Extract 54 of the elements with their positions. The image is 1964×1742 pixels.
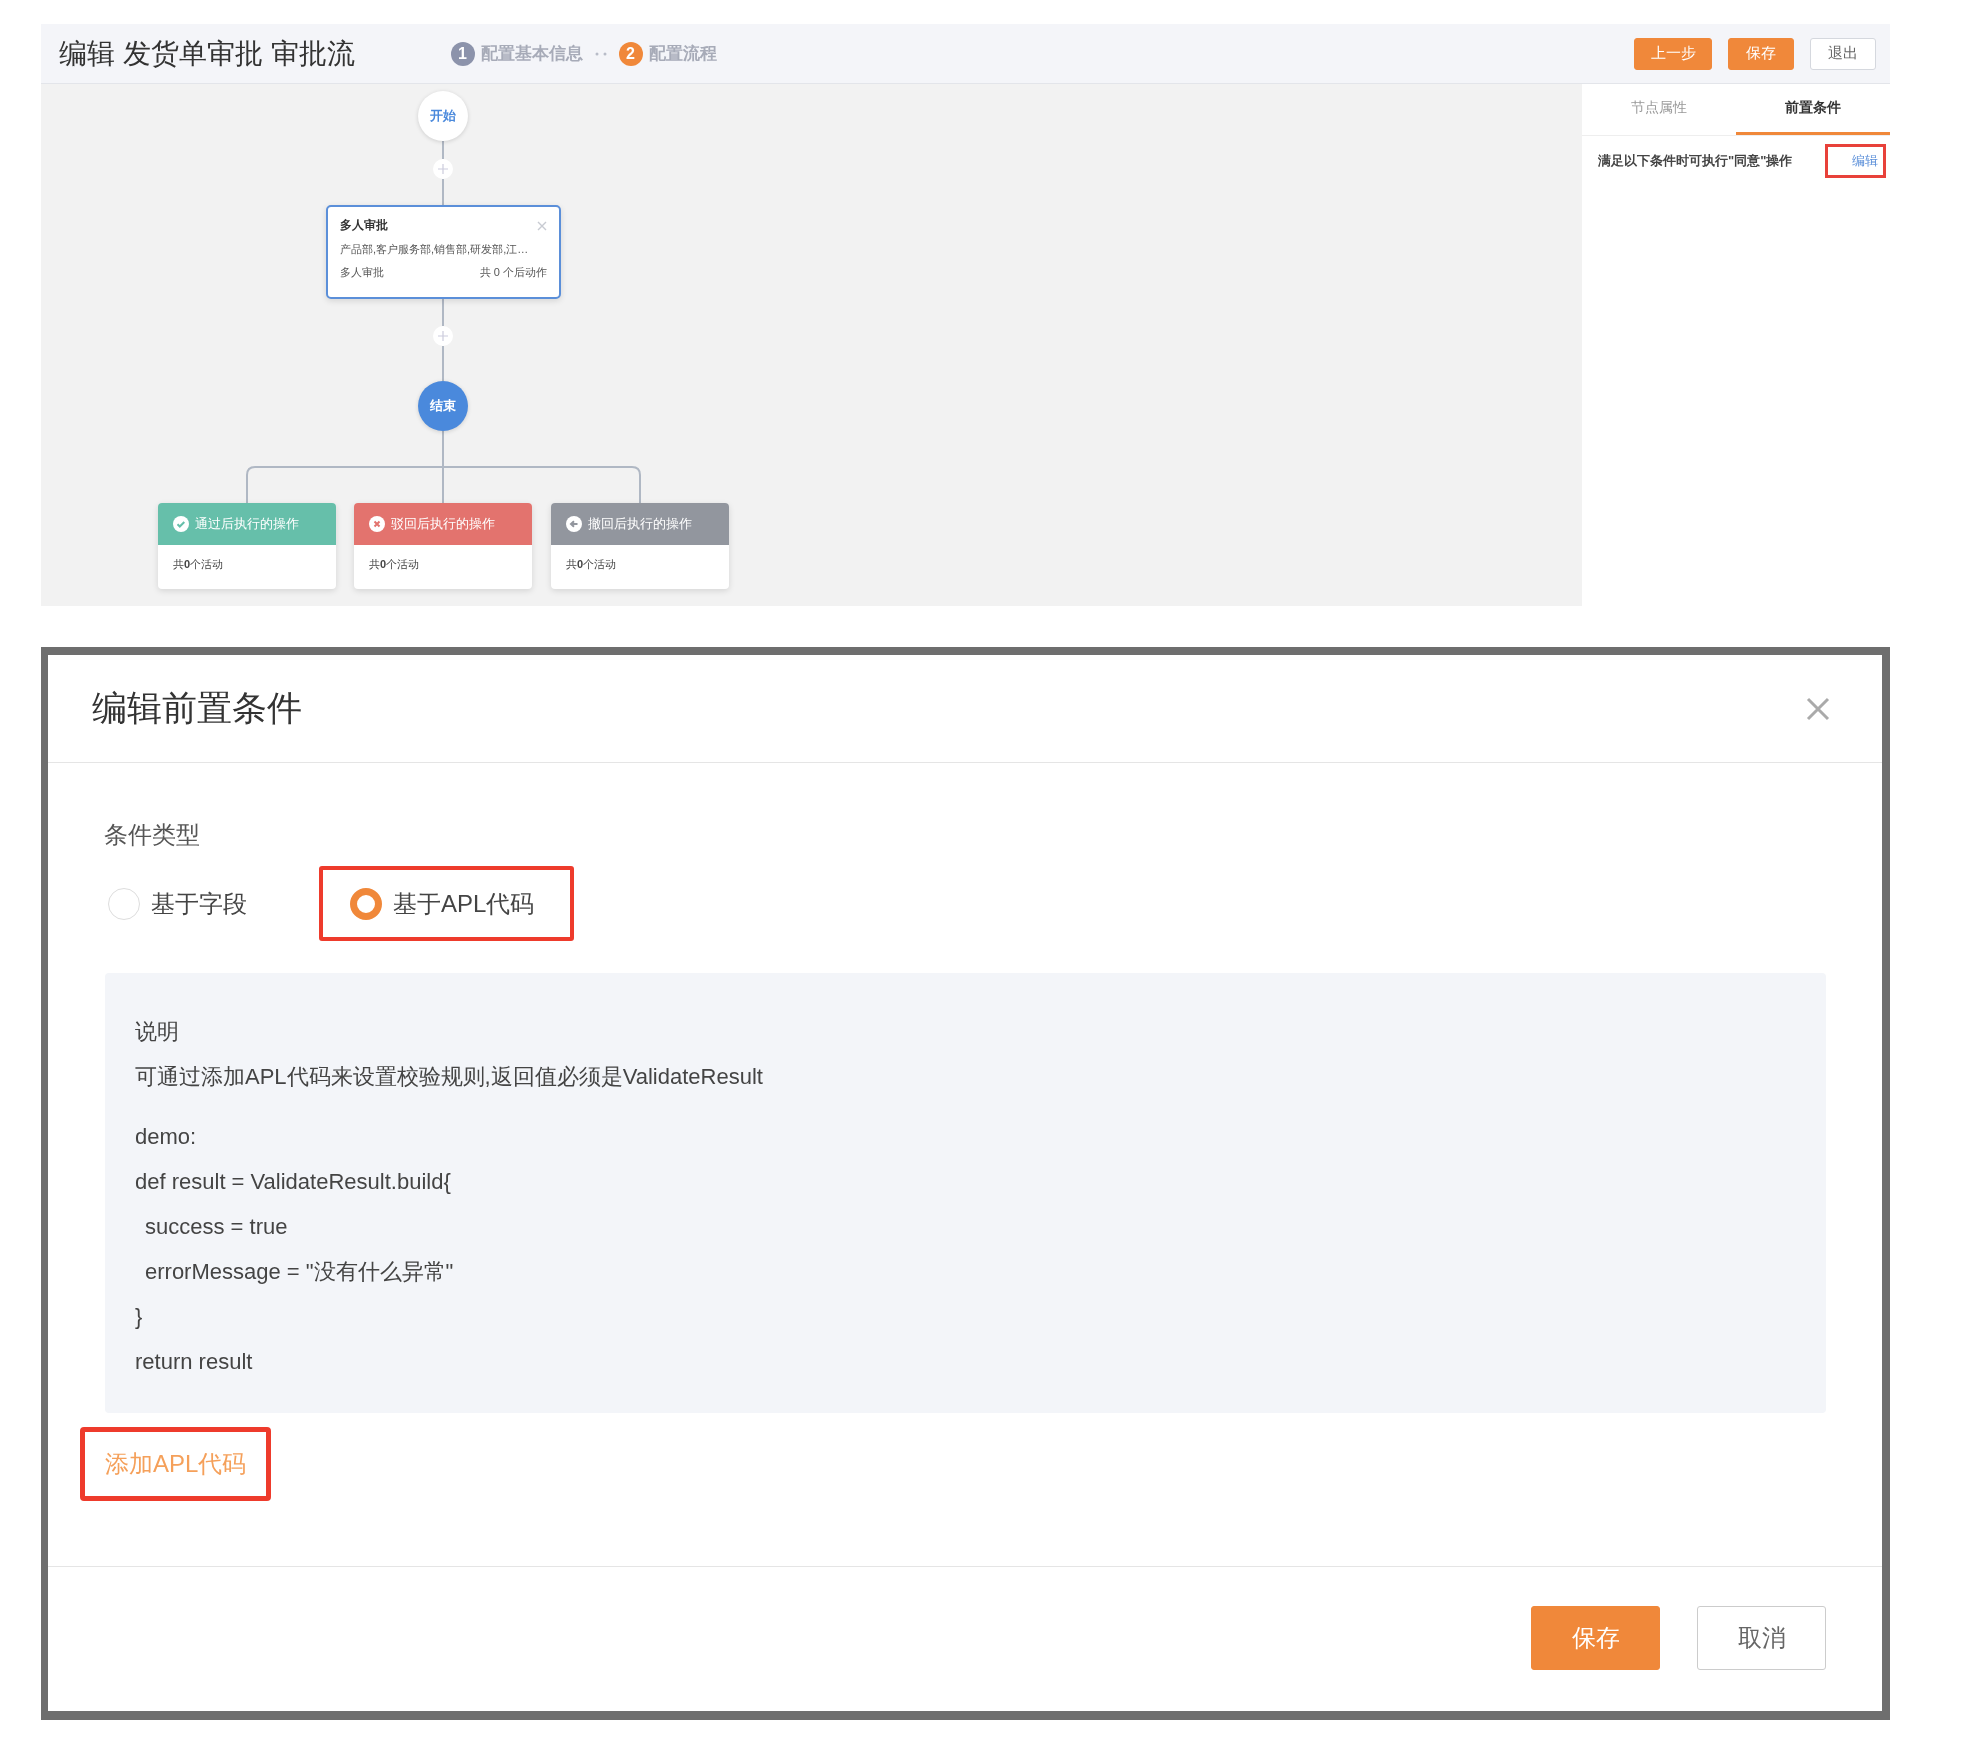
panel-tab[interactable]: 节点属性 xyxy=(1582,84,1736,135)
step-number: 2 xyxy=(618,41,643,66)
radio-button[interactable] xyxy=(350,887,382,920)
dialog-title: 编辑前置条件 xyxy=(92,687,302,729)
outcome-card[interactable]: 通过后执行的操作 共0个活动 xyxy=(158,503,336,589)
code-line: success = true xyxy=(144,1213,289,1241)
connector-line xyxy=(442,345,444,382)
close-icon[interactable] xyxy=(1806,696,1830,721)
connector-line xyxy=(442,178,444,206)
step-connector-icon xyxy=(594,51,607,56)
add-node-button[interactable] xyxy=(433,159,453,179)
close-icon[interactable] xyxy=(537,220,547,231)
node-title: 多人审批 xyxy=(340,217,388,234)
start-node[interactable]: 开始 xyxy=(418,91,468,141)
edit-link[interactable]: 编辑 xyxy=(1825,144,1886,178)
approval-node-card[interactable]: 多人审批 产品部,客户服务部,销售部,研发部,江… 多人审批 共 0 个后动作 xyxy=(326,205,561,299)
outcome-title: 驳回后执行的操作 xyxy=(391,515,495,533)
plus-icon xyxy=(438,331,448,341)
node-action-count: 共 0 个后动作 xyxy=(479,265,547,280)
check-circle-icon xyxy=(173,516,189,532)
code-line: def result = ValidateResult.build{ xyxy=(135,1168,452,1196)
code-line: } xyxy=(135,1303,144,1331)
connector-line xyxy=(442,298,444,327)
dialog-button[interactable]: 取消 xyxy=(1697,1606,1826,1670)
connector-line xyxy=(442,140,444,160)
plus-icon xyxy=(438,164,448,174)
outcome-title: 通过后执行的操作 xyxy=(195,515,299,533)
radio-option[interactable]: 基于字段 xyxy=(104,866,287,941)
outcome-card[interactable]: 驳回后执行的操作 共0个活动 xyxy=(354,503,532,589)
add-node-button[interactable] xyxy=(433,326,453,346)
activity-count: 共0个活动 xyxy=(172,557,225,572)
code-line: errorMessage = "没有什么异常" xyxy=(144,1258,455,1286)
page-title: 编辑 发货单审批 审批流 xyxy=(59,36,355,71)
header-button[interactable]: 退出 xyxy=(1810,37,1876,70)
info-heading: 说明 xyxy=(135,1018,180,1046)
info-description: 可通过添加APL代码来设置校验规则,返回值必须是ValidateResult xyxy=(135,1063,764,1091)
field-label: 条件类型 xyxy=(104,820,201,850)
node-assignees: 产品部,客户服务部,销售部,研发部,江… xyxy=(340,242,530,257)
activity-count: 共0个活动 xyxy=(368,557,421,572)
arrow-left-circle-icon xyxy=(566,516,582,532)
code-line: demo: xyxy=(135,1123,198,1151)
close-circle-icon xyxy=(369,516,385,532)
outcome-title: 撤回后执行的操作 xyxy=(588,515,692,533)
outcome-card[interactable]: 撤回后执行的操作 共0个活动 xyxy=(551,503,729,589)
node-type: 多人审批 xyxy=(340,265,384,280)
panel-tab[interactable]: 前置条件 xyxy=(1736,84,1890,135)
code-line: return result xyxy=(135,1348,254,1376)
step-number: 1 xyxy=(450,41,475,66)
step-label: 配置基本信息 xyxy=(480,43,583,65)
condition-text: 满足以下条件时可执行"同意"操作 xyxy=(1598,152,1793,170)
activity-count: 共0个活动 xyxy=(565,557,618,572)
step-label: 配置流程 xyxy=(648,43,717,65)
radio-option[interactable]: 基于APL代码 xyxy=(319,866,575,941)
end-node[interactable]: 结束 xyxy=(418,381,468,431)
